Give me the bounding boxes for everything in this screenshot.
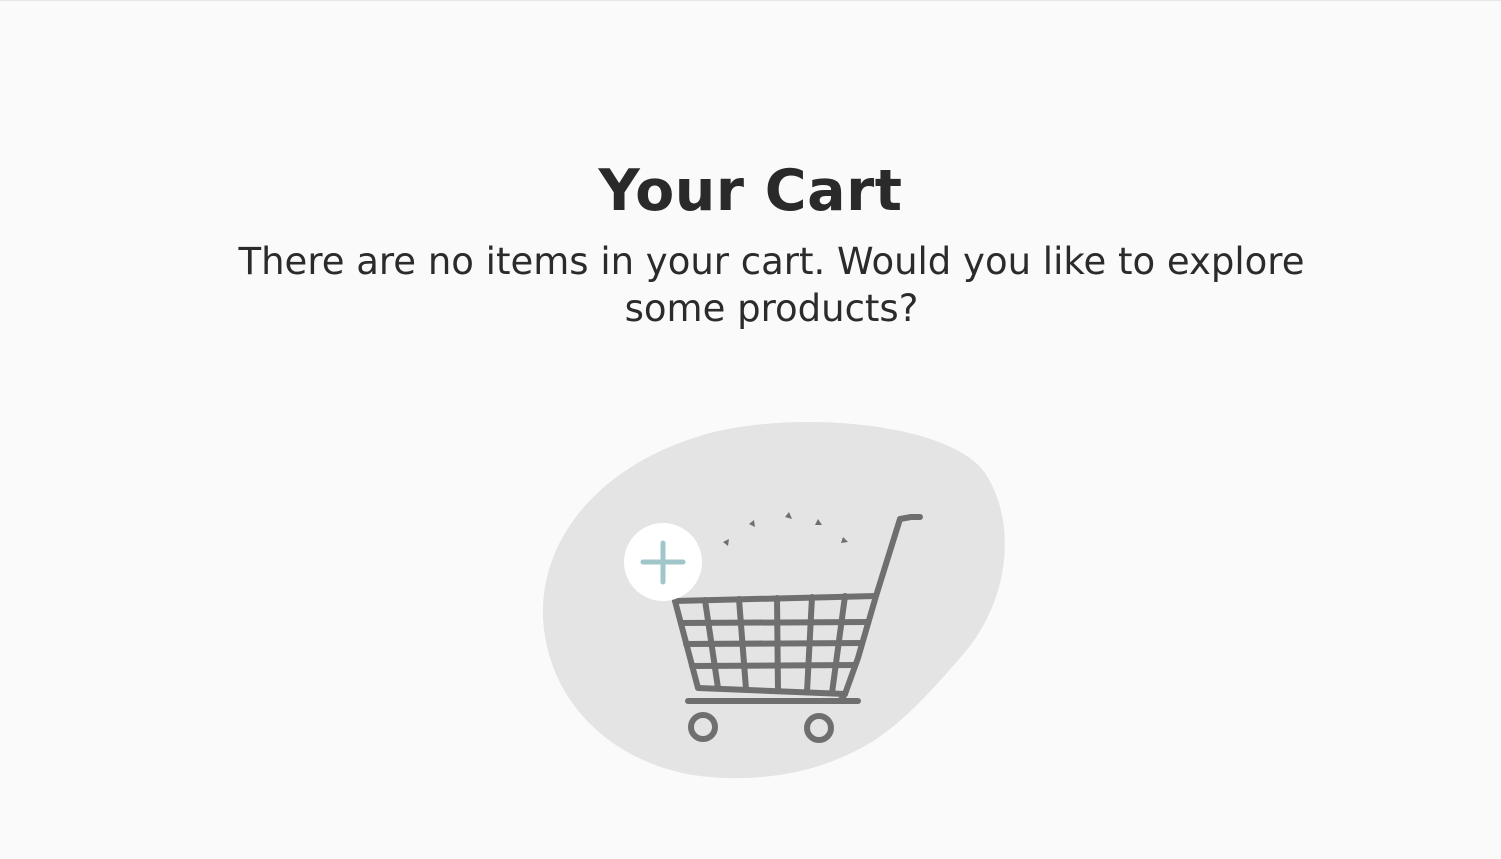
add-badge — [624, 523, 702, 601]
top-divider — [0, 0, 1501, 1]
empty-cart-message: There are no items in your cart. Would y… — [238, 240, 1305, 330]
empty-cart-illustration — [540, 418, 1010, 782]
page-title: Your Cart — [598, 158, 903, 225]
